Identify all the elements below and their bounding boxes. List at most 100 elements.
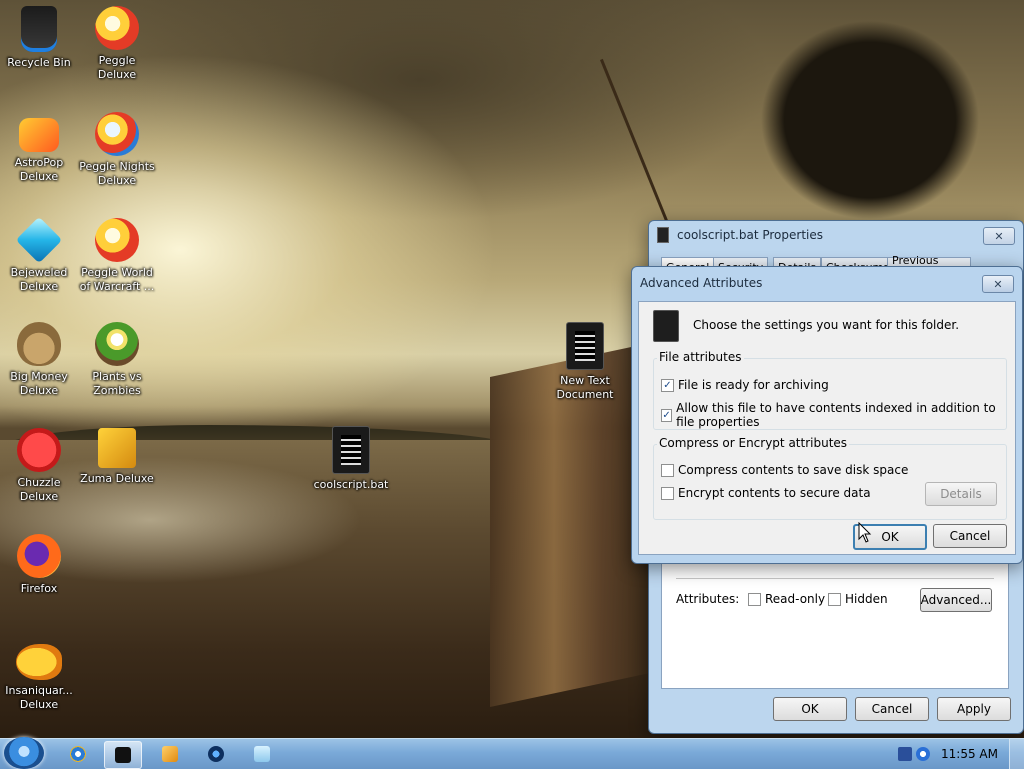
desktop-icon-zuma[interactable]: Zuma Deluxe	[78, 428, 156, 486]
hidden-checkbox[interactable]: Hidden	[828, 592, 888, 606]
intro-label: Choose the settings you want for this fo…	[693, 318, 960, 332]
desktop-icon-label: Zuma Deluxe	[80, 472, 154, 485]
checkbox-box[interactable]	[828, 592, 841, 606]
button-label: Cancel	[871, 702, 913, 716]
desktop-icon-label: Peggle Deluxe	[97, 54, 137, 81]
group-title: File attributes	[657, 350, 744, 364]
network-icon[interactable]	[898, 747, 912, 761]
desktop-icon-peggle[interactable]: Peggle Deluxe	[78, 6, 156, 82]
cancel-button[interactable]: Cancel	[933, 524, 1007, 548]
plants-vs-zombies-icon	[95, 322, 139, 366]
insaniquarium-icon	[16, 644, 62, 680]
desktop-icon-new-text-document[interactable]: New Text Document	[546, 322, 624, 402]
button-label: Advanced...	[920, 593, 992, 607]
dialog-titlebar[interactable]: Advanced Attributes	[632, 267, 1022, 299]
desktop-icon-label: Insaniquar... Deluxe	[5, 684, 73, 711]
properties-titlebar[interactable]: coolscript.bat Properties	[649, 221, 1023, 249]
group-title-text: File attributes	[659, 350, 742, 364]
taskbar-internet-explorer[interactable]	[60, 741, 96, 767]
show-desktop-button[interactable]	[1009, 739, 1024, 769]
attributes-label-text: Attributes:	[676, 592, 740, 606]
intro-text: Choose the settings you want for this fo…	[693, 318, 959, 332]
button-label: OK	[881, 530, 899, 544]
readonly-checkbox[interactable]: Read-only	[748, 592, 825, 606]
divider	[676, 578, 994, 579]
peggle-nights-icon	[95, 112, 139, 156]
big-money-icon	[17, 322, 61, 366]
desktop-icon-insaniquarium[interactable]: Insaniquar... Deluxe	[0, 638, 78, 712]
desktop-icon-label: Chuzzle Deluxe	[17, 476, 61, 503]
button-label: Details	[940, 487, 982, 501]
dialog-title: Advanced Attributes	[640, 276, 763, 290]
desktop-icon-recycle-bin[interactable]: Recycle Bin	[0, 6, 78, 70]
desktop-icon-label: Plants vs Zombies	[92, 370, 142, 397]
apply-button[interactable]: Apply	[937, 697, 1011, 721]
taskbar-notepad[interactable]	[244, 741, 280, 767]
update-icon[interactable]	[916, 747, 930, 761]
media-center-icon	[208, 746, 224, 762]
checkbox-box[interactable]: ✓	[661, 408, 673, 422]
desktop-icon-label: New Text Document	[556, 374, 614, 401]
start-button[interactable]	[4, 737, 44, 769]
fishing-rod	[600, 58, 678, 246]
desktop-icon-label: Big Money Deluxe	[10, 370, 68, 397]
desktop-icon-label: Recycle Bin	[7, 56, 71, 69]
cancel-button[interactable]: Cancel	[855, 697, 929, 721]
desktop-icon-plants-vs-zombies[interactable]: Plants vs Zombies	[78, 322, 156, 398]
peggle-icon	[95, 6, 139, 50]
taskbar-media-center[interactable]	[198, 741, 234, 767]
compress-checkbox[interactable]: Compress contents to save disk space	[661, 463, 908, 477]
desktop-icon-label: Peggle Nights Deluxe	[79, 160, 155, 187]
advanced-button[interactable]: Advanced...	[920, 588, 992, 612]
group-title: Compress or Encrypt attributes	[657, 436, 850, 450]
desktop-icon-bejeweled[interactable]: Bejeweled Deluxe	[0, 216, 78, 294]
desktop-icon-big-money[interactable]: Big Money Deluxe	[0, 322, 78, 398]
close-icon: ✕	[993, 277, 1003, 291]
media-player-icon	[162, 746, 178, 762]
checkbox-box[interactable]	[661, 486, 674, 500]
cmd-icon	[115, 747, 131, 763]
clock[interactable]: 11:55 AM	[941, 747, 998, 761]
recycle-bin-icon	[21, 6, 57, 52]
notepad-icon	[254, 746, 270, 762]
dialog-body: Choose the settings you want for this fo…	[638, 301, 1016, 555]
clock-text: 11:55 AM	[941, 747, 998, 761]
tree-silhouette	[760, 20, 980, 220]
desktop-icon-label: Firefox	[20, 582, 58, 595]
desktop-icon-peggle-nights[interactable]: Peggle Nights Deluxe	[78, 112, 156, 188]
file-icon	[653, 310, 679, 342]
encrypt-checkbox[interactable]: Encrypt contents to secure data	[661, 486, 871, 500]
close-button[interactable]: ✕	[982, 275, 1014, 293]
desktop-icon-astropop[interactable]: AstroPop Deluxe	[0, 112, 78, 184]
taskbar-cmd[interactable]	[104, 741, 142, 769]
window-title: coolscript.bat Properties	[677, 228, 824, 242]
index-checkbox[interactable]: ✓ Allow this file to have contents index…	[661, 401, 1015, 429]
desktop-icon-label: Peggle World of Warcraft ...	[79, 266, 155, 293]
checkbox-box[interactable]	[748, 592, 761, 606]
archive-checkbox[interactable]: ✓ File is ready for archiving	[661, 378, 829, 392]
checkbox-box[interactable]: ✓	[661, 378, 674, 392]
batch-file-icon	[332, 426, 370, 474]
desktop-icon-coolscript[interactable]: coolscript.bat	[312, 426, 390, 492]
taskbar-media-player[interactable]	[152, 741, 188, 767]
taskbar: 11:55 AM	[0, 737, 1024, 769]
checkbox-label: Compress contents to save disk space	[678, 463, 909, 477]
desktop-icon-firefox[interactable]: Firefox	[0, 534, 78, 596]
bejeweled-icon	[15, 216, 63, 264]
batch-file-icon	[657, 227, 669, 243]
attributes-label: Attributes:	[676, 592, 739, 606]
chuzzle-icon	[17, 428, 61, 472]
advanced-attributes-dialog: Advanced Attributes ✕ Choose the setting…	[631, 266, 1023, 564]
checkbox-label: File is ready for archiving	[678, 378, 829, 392]
close-button[interactable]: ✕	[983, 227, 1015, 245]
text-document-icon	[566, 322, 604, 370]
desktop-icon-chuzzle[interactable]: Chuzzle Deluxe	[0, 428, 78, 504]
checkbox-box[interactable]	[661, 463, 674, 477]
checkbox-label: Read-only	[765, 592, 826, 606]
desktop-icon-peggle-wow[interactable]: Peggle World of Warcraft ...	[78, 218, 156, 294]
peggle-wow-icon	[95, 218, 139, 262]
firefox-icon	[17, 534, 61, 578]
desktop-icon-label: Bejeweled Deluxe	[10, 266, 68, 293]
details-button[interactable]: Details	[925, 482, 997, 506]
ok-button[interactable]: OK	[773, 697, 847, 721]
